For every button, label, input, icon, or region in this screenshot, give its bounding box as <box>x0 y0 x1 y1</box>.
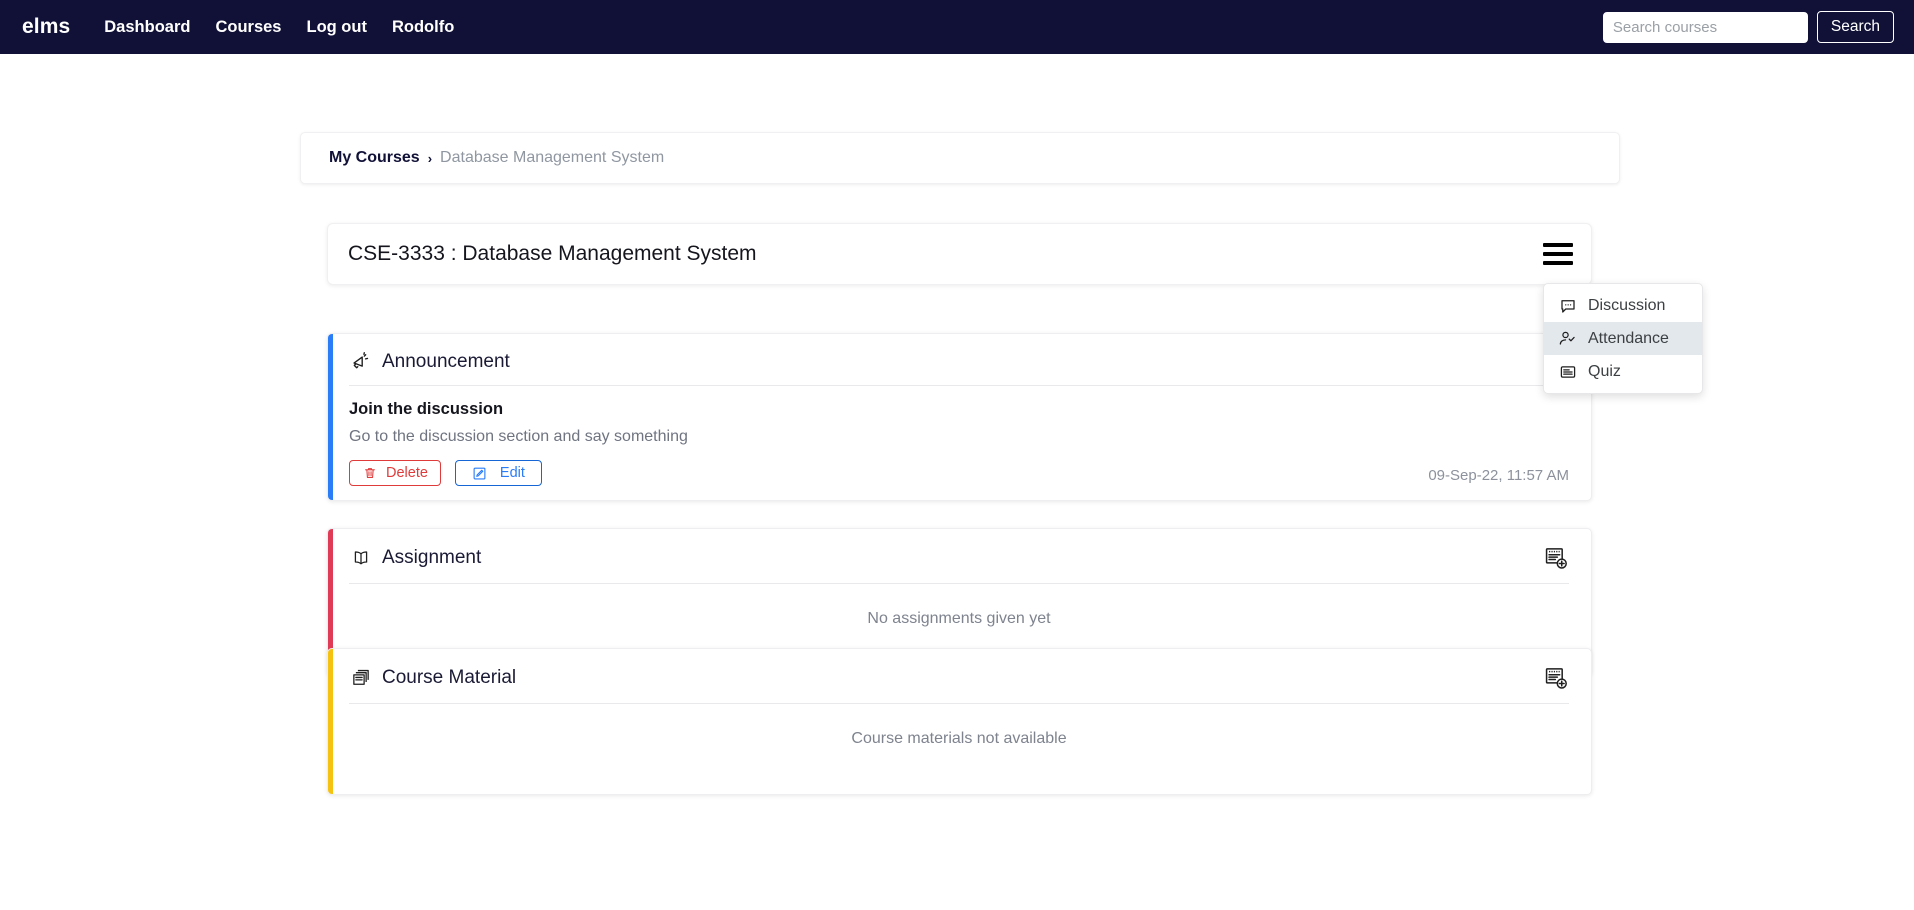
assignment-empty-state: No assignments given yet <box>349 584 1569 654</box>
article-list-icon <box>1558 362 1577 381</box>
course-material-header: Course Material <box>349 649 1569 703</box>
announcement-post-title: Join the discussion <box>349 400 504 418</box>
hamburger-bar <box>1543 252 1573 256</box>
megaphone-icon <box>349 350 372 373</box>
search-input[interactable] <box>1602 11 1808 43</box>
nav-link-courses[interactable]: Courses <box>215 18 281 37</box>
nav-link-profile[interactable]: Rodolfo <box>392 18 454 37</box>
page-title: CSE-3333 : Database Management System <box>348 242 757 265</box>
nav-link-logout[interactable]: Log out <box>306 18 366 37</box>
edit-button-label: Edit <box>499 465 525 481</box>
post-add-icon[interactable] <box>1543 545 1569 571</box>
nav-links: Dashboard Courses Log out Rodolfo <box>104 18 454 37</box>
search-button[interactable]: Search <box>1816 11 1894 43</box>
announcement-header: Announcement <box>349 334 1569 385</box>
delete-button[interactable]: Delete <box>349 460 441 486</box>
breadcrumb-parent-link[interactable]: My Courses <box>329 149 420 167</box>
announcement-card: Announcement Join the discussion Go to t… <box>327 333 1592 501</box>
delete-button-label: Delete <box>386 465 428 481</box>
breadcrumb-separator-icon: › <box>427 150 433 166</box>
announcement-actions: Delete Edit <box>349 460 1569 486</box>
trash-icon <box>362 466 377 481</box>
person-check-icon <box>1558 329 1577 348</box>
hamburger-menu-icon[interactable] <box>1543 243 1573 265</box>
menu-item-discussion[interactable]: Discussion <box>1544 289 1702 322</box>
menu-item-label: Discussion <box>1588 296 1666 314</box>
announcement-post: Join the discussion Go to the discussion… <box>349 386 1569 500</box>
hamburger-bar <box>1543 243 1573 247</box>
course-material-empty-state: Course materials not available <box>349 704 1569 774</box>
nav-link-dashboard[interactable]: Dashboard <box>104 18 190 37</box>
course-material-title: Course Material <box>382 667 517 688</box>
assignment-empty-text: No assignments given yet <box>867 610 1051 627</box>
open-book-icon <box>349 547 372 570</box>
breadcrumb-current: Database Management System <box>440 149 665 166</box>
brand-logo[interactable]: elms <box>22 15 70 39</box>
course-header-card: CSE-3333 : Database Management System <box>327 223 1592 285</box>
announcement-post-body: Go to the discussion section and say som… <box>349 428 688 445</box>
chat-bubble-icon <box>1558 296 1577 315</box>
assignment-title: Assignment <box>382 547 482 568</box>
course-actions-dropdown: Discussion Attendance Quiz <box>1543 283 1703 394</box>
menu-item-label: Quiz <box>1588 362 1621 380</box>
announcement-timestamp: 09-Sep-22, 11:57 AM <box>1428 467 1569 484</box>
file-box-icon <box>349 667 372 690</box>
breadcrumb: My Courses › Database Management System <box>300 132 1620 184</box>
course-material-card: Course Material Course materials not ava… <box>327 648 1592 795</box>
hamburger-bar <box>1543 261 1573 265</box>
menu-item-attendance[interactable]: Attendance <box>1544 322 1702 355</box>
top-navbar: elms Dashboard Courses Log out Rodolfo S… <box>0 0 1914 54</box>
course-material-footer-space <box>349 774 1569 794</box>
assignment-header: Assignment <box>349 529 1569 583</box>
post-add-icon[interactable] <box>1543 665 1569 691</box>
menu-item-quiz[interactable]: Quiz <box>1544 355 1702 388</box>
navbar-search-group: Search <box>1602 0 1894 54</box>
edit-button[interactable]: Edit <box>454 460 542 486</box>
announcement-title: Announcement <box>382 350 510 372</box>
edit-square-icon <box>472 466 487 481</box>
course-material-empty-text: Course materials not available <box>851 730 1067 747</box>
announcement-accent-bar <box>328 334 333 500</box>
menu-item-label: Attendance <box>1588 329 1669 347</box>
course-material-accent-bar <box>328 649 333 794</box>
